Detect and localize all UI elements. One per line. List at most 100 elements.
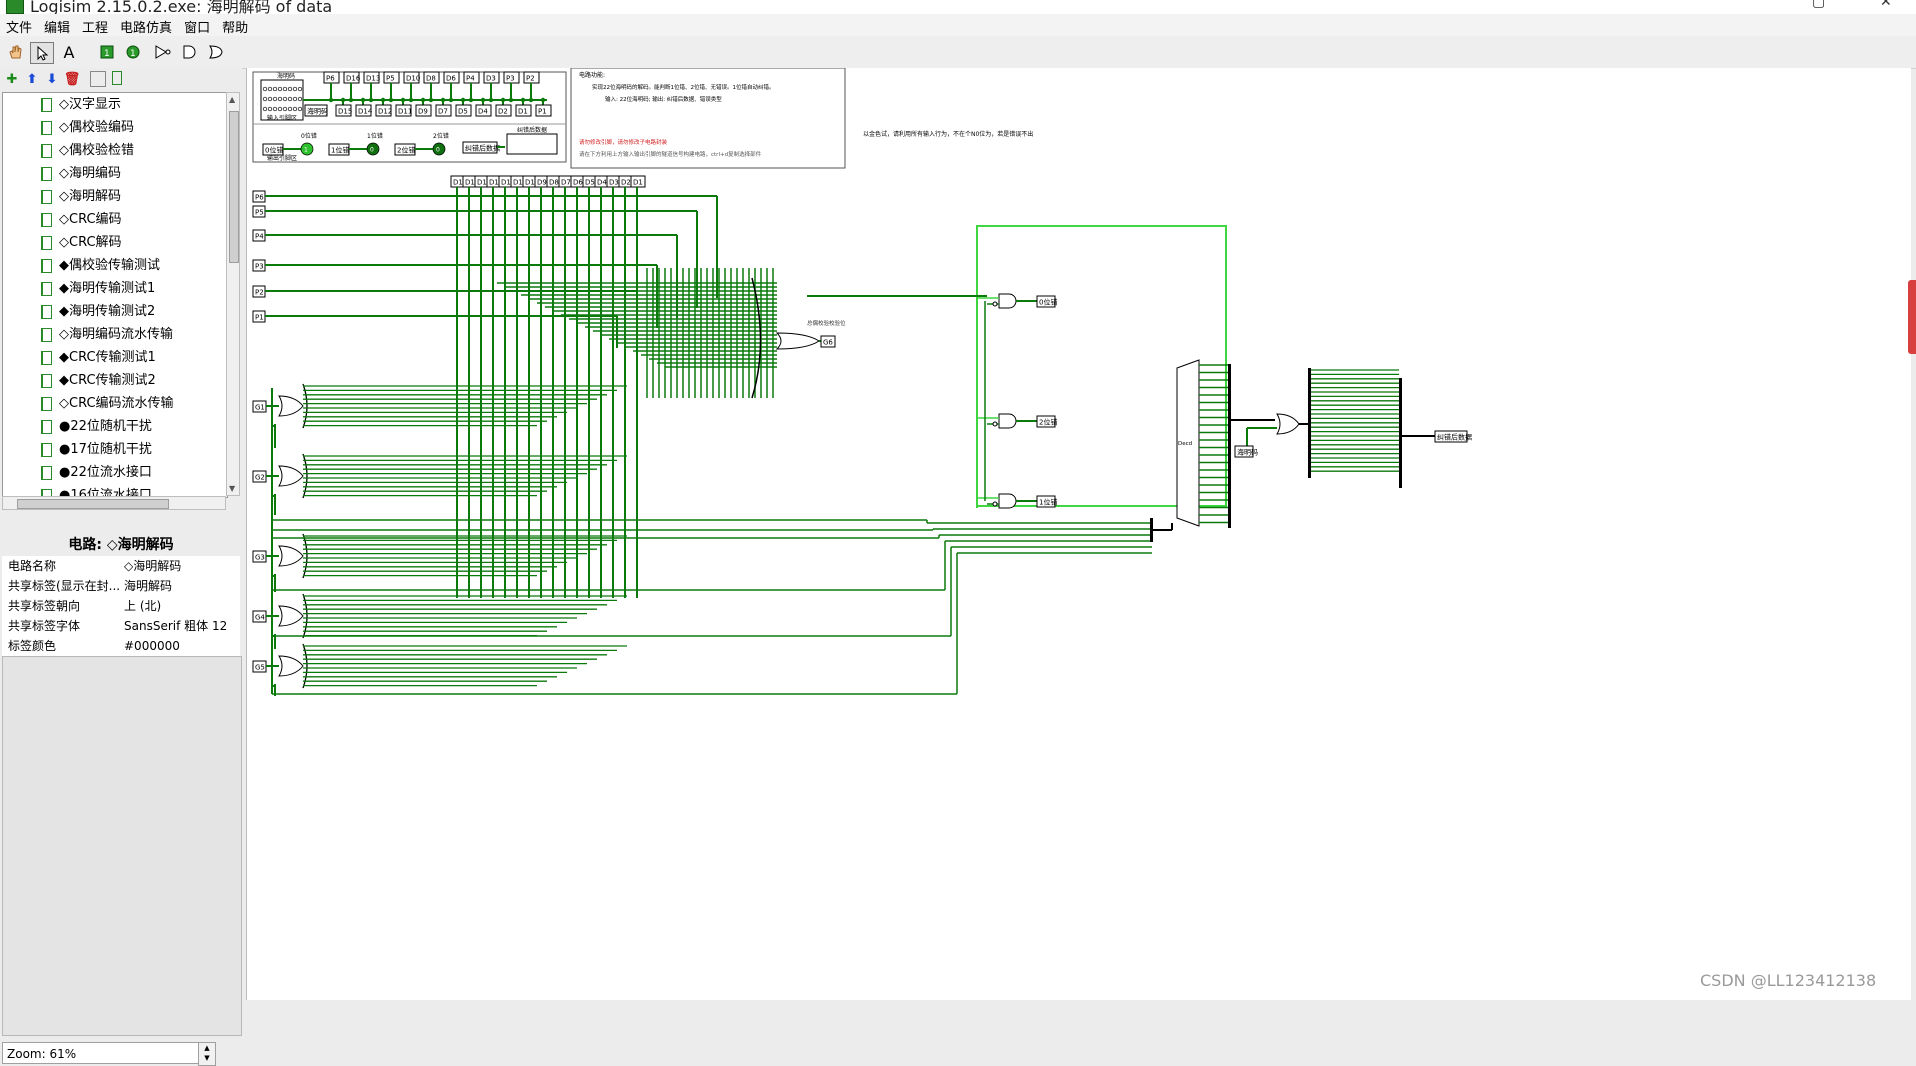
select-arrow-tool-icon[interactable] (30, 42, 54, 64)
junction-dot (520, 97, 526, 103)
or-gate-tool-icon[interactable] (204, 42, 226, 62)
scroll-down-arrow-icon[interactable]: ▼ (229, 484, 235, 493)
tree-item[interactable]: ◇CRC编码 (3, 208, 227, 231)
property-row[interactable]: 共享标签朝向 上 (北) (2, 596, 240, 616)
tree-item[interactable]: ◇海明编码流水传输 (3, 323, 227, 346)
tree-item[interactable]: ◇海明解码 (3, 185, 227, 208)
zoom-spinner[interactable]: ▲ ▼ (198, 1042, 216, 1066)
tree-item[interactable]: ◆CRC传输测试2 (3, 369, 227, 392)
p-tunnel-label: P6 (255, 194, 264, 202)
tree-item[interactable]: ●22位随机干扰 (3, 415, 227, 438)
notes-grey: 请在下方利用上方输入输出引脚的隧道信号构建电路，ctrl+d复制选择部件 (579, 150, 762, 158)
property-key: 共享标签(显示在封... (8, 579, 121, 593)
not-gate-tool-icon[interactable] (152, 42, 174, 62)
property-value[interactable]: SansSerif 粗体 12 (124, 616, 236, 636)
input-pin-tool-icon[interactable]: 1 (96, 42, 118, 62)
flag-value: 0 (436, 147, 440, 154)
menu-simulate[interactable]: 电路仿真 (114, 14, 178, 36)
property-value[interactable]: ◇海明解码 (124, 556, 236, 576)
property-value[interactable]: 海明解码 (124, 576, 236, 596)
property-row[interactable]: 共享标签(显示在封... 海明解码 (2, 576, 240, 596)
zoom-field[interactable]: Zoom: 61% (2, 1042, 202, 1064)
tree-item-label: ◆CRC传输测试2 (59, 373, 156, 388)
properties-table: 电路名称 ◇海明解码 共享标签(显示在封... 海明解码 共享标签朝向上 (北) 共享标签… (2, 556, 240, 656)
and-gate (998, 493, 1017, 509)
hand-poke-tool-icon[interactable] (4, 42, 26, 62)
top-pin-tunnel-label: P2 (526, 75, 535, 83)
junction-dot (428, 97, 434, 103)
property-row[interactable]: 电路名称 ◇海明解码 (2, 556, 240, 576)
text-tool-icon[interactable]: A (58, 42, 80, 62)
junction-dot (408, 97, 414, 103)
output-pin-tool-icon[interactable]: 1 (122, 42, 144, 62)
and-gate-tool-icon[interactable] (178, 42, 200, 62)
tree-item[interactable]: ◇偶校验检错 (3, 139, 227, 162)
scroll-up-arrow-icon[interactable]: ▲ (229, 95, 235, 104)
tree-vertical-scrollbar[interactable]: ▲ ▼ (226, 92, 240, 496)
delete-circuit-icon[interactable]: 🗑 (64, 71, 81, 87)
tree-item-label: ◇CRC编码 (59, 212, 122, 227)
logisim-app-icon (6, 0, 24, 14)
bottom-pin-tunnel-label: D14 (358, 108, 373, 116)
junction-dot (500, 97, 506, 103)
tree-horizontal-scrollbar[interactable] (2, 496, 226, 510)
tree-item[interactable]: ◇偶校验编码 (3, 116, 227, 139)
junction-dot (368, 97, 374, 103)
xor-gate (278, 545, 304, 567)
xor-gate (278, 655, 304, 677)
move-down-icon[interactable]: ⬇ (44, 71, 60, 87)
property-row[interactable]: 共享标签字体 SansSerif 粗体 12 (2, 616, 240, 636)
circuit-icon (41, 420, 52, 434)
tree-item[interactable]: ◇汉字显示 (3, 93, 227, 116)
circuit-icon (41, 282, 52, 296)
junction-dot (420, 97, 426, 103)
tree-item[interactable]: ◆偶校验传输测试 (3, 254, 227, 277)
hamming-small-tunnel-label: 海明码 (1237, 448, 1258, 457)
show-layout-icon[interactable] (112, 71, 122, 85)
tree-item[interactable]: ◇CRC编码流水传输 (3, 392, 227, 415)
junction-dot (340, 97, 346, 103)
circuit-icon (41, 98, 52, 112)
g-tunnel-label: G2 (255, 474, 265, 482)
menu-help[interactable]: 帮助 (216, 14, 254, 36)
tree-item-label: ◆偶校验传输测试 (59, 258, 160, 273)
p-tunnel-label: P3 (255, 263, 264, 271)
scroll-thumb[interactable] (229, 111, 239, 263)
tree-item-label: ◇CRC编码流水传输 (59, 396, 174, 411)
tree-item[interactable]: ●22位流水接口 (3, 461, 227, 484)
tree-item-label: ●22位随机干扰 (59, 419, 152, 434)
h-scroll-thumb[interactable] (17, 499, 169, 509)
property-row[interactable]: 标签颜色 #000000 (2, 636, 240, 656)
menu-window[interactable]: 窗口 (178, 14, 216, 36)
show-toolbox-icon[interactable] (90, 71, 106, 87)
maximize-button[interactable]: ▢ (1812, 0, 1825, 10)
property-value[interactable]: 上 (北) (124, 596, 236, 616)
and-gate (998, 413, 1017, 429)
tree-item[interactable]: ◆海明传输测试2 (3, 300, 227, 323)
add-circuit-icon[interactable]: ✚ (4, 71, 20, 87)
notes-line2: 输入: 22位海明码; 输出: 纠错后数据、错误类型 (605, 95, 722, 103)
circuit-canvas[interactable]: 海明码 P6 D16 D13 P5 D10 D8 D6 P4 D3 P3 P2 D15 D14 D12 D11… (246, 68, 1911, 1000)
circuit-tree: ◇汉字显示 ◇偶校验编码 ◇偶校验检错 ◇海明编码 ◇海明解码 ◇CRC编码 ◇CRC解码 ◆… (2, 92, 228, 498)
splitter-right (1399, 378, 1402, 488)
move-up-icon[interactable]: ⬆ (24, 71, 40, 87)
property-value[interactable]: #000000 (124, 636, 236, 656)
tree-item[interactable]: ◇CRC解码 (3, 231, 227, 254)
tree-item[interactable]: ◇海明编码 (3, 162, 227, 185)
circuit-icon (41, 351, 52, 365)
tree-item-label: ◆海明传输测试2 (59, 304, 156, 319)
circuit-icon (41, 213, 52, 227)
out-flag-tunnel-label: 1位错 (1039, 498, 1057, 507)
close-button[interactable]: ✕ (1880, 0, 1892, 10)
flag-label: 1位错 (367, 132, 383, 140)
side-panel-tab[interactable] (1908, 280, 1916, 354)
menu-edit[interactable]: 编辑 (38, 14, 76, 36)
tree-item[interactable]: ◆CRC传输测试1 (3, 346, 227, 369)
bus-tunnel-label: D4 (597, 179, 607, 187)
menu-project[interactable]: 工程 (76, 14, 114, 36)
tree-item[interactable]: ●17位随机干扰 (3, 438, 227, 461)
splitter-left (1308, 368, 1311, 478)
tree-item[interactable]: ◆海明传输测试1 (3, 277, 227, 300)
junction-dot (328, 97, 334, 103)
menu-file[interactable]: 文件 (0, 14, 38, 36)
